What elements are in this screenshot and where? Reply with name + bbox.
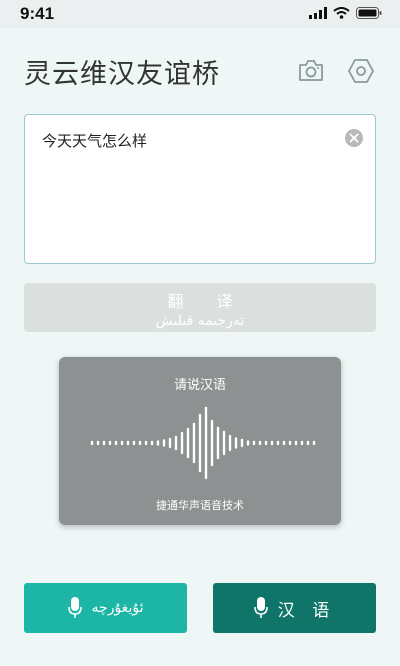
signal-icon xyxy=(309,7,327,19)
uyghur-voice-button[interactable]: ئۇيغۇرچە xyxy=(24,583,187,633)
chinese-voice-button[interactable]: 汉 语 xyxy=(213,583,376,633)
camera-icon[interactable] xyxy=(297,58,325,84)
clear-icon[interactable] xyxy=(345,129,363,147)
voice-credit: 捷通华声语音技术 xyxy=(156,499,244,512)
microphone-icon xyxy=(67,597,82,618)
sound-wave-icon xyxy=(90,406,316,480)
status-bar: 9:41 xyxy=(0,0,400,28)
translate-label-cn: 翻 译 xyxy=(167,292,247,311)
app-title: 灵云维汉友谊桥 xyxy=(24,59,220,90)
uyghur-label: ئۇيغۇرچە xyxy=(91,600,144,616)
battery-icon xyxy=(356,7,382,19)
hexagon-settings-icon[interactable] xyxy=(347,58,375,84)
chinese-label: 汉 语 xyxy=(277,600,336,621)
voice-input-panel: 请说汉语 捷通华声语音技术 xyxy=(59,357,341,525)
translate-label-ug: تەرجىمە قىلىش xyxy=(155,313,245,329)
voice-prompt: 请说汉语 xyxy=(173,378,226,393)
source-text-value[interactable]: 今天天气怎么样 xyxy=(42,130,147,151)
translate-button[interactable]: 翻 译 تەرجىمە قىلىش xyxy=(24,283,376,332)
microphone-icon xyxy=(253,597,268,618)
wifi-icon xyxy=(333,7,350,19)
status-time: 9:41 xyxy=(20,4,55,23)
status-icons xyxy=(309,7,382,19)
source-text-input[interactable]: 今天天气怎么样 xyxy=(24,114,376,264)
